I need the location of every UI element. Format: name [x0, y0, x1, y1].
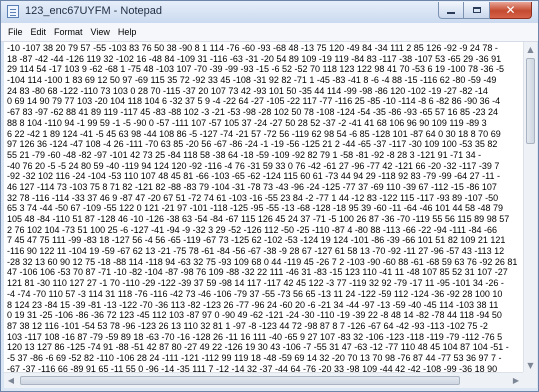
- text-line: 29 114 54 -17 103 9 -62 -68 1 -75 48 -10…: [7, 64, 505, 75]
- text-line: -116 90 122 11 -104 19 -59 -67 62 13 -21…: [7, 246, 505, 257]
- text-line: 65 3 74 -44 -50 67 -109 -55 122 0 121 -2…: [7, 203, 504, 214]
- text-editor-area[interactable]: -10 -107 38 20 79 57 -55 -103 83 76 50 3…: [4, 42, 523, 372]
- menu-bar: File Edit Format View Help: [1, 23, 538, 42]
- text-line: 32 78 -116 -114 -33 37 46 9 -87 47 -20 6…: [7, 192, 499, 203]
- title-bar[interactable]: 123_enc67UYFM - Notepad ✕: [1, 1, 538, 23]
- minimize-button[interactable]: [438, 2, 464, 19]
- size-grip[interactable]: [523, 372, 537, 388]
- notepad-app-icon[interactable]: [7, 5, 19, 18]
- text-line: -92 -32 102 116 -24 -104 -53 110 107 48 …: [7, 171, 501, 182]
- text-line: 47 -106 106 -53 70 87 -71 -10 -82 -104 -…: [7, 267, 508, 278]
- scroll-up-arrow-icon[interactable]: ▲: [524, 42, 537, 56]
- text-line: 121 81 -30 110 127 27 -1 70 -110 -29 -12…: [7, 278, 504, 289]
- text-line: 6 22 -42 1 89 124 -41 -5 45 63 98 -44 10…: [7, 128, 501, 139]
- close-button[interactable]: ✕: [490, 2, 532, 19]
- text-line: 105 48 -84 -110 51 87 -128 46 -10 -126 -…: [7, 214, 510, 224]
- text-line: 87 38 12 116 -101 -54 53 78 -96 -123 26 …: [7, 320, 488, 331]
- maximize-button[interactable]: [464, 2, 490, 19]
- minimize-icon: [447, 12, 455, 14]
- text-line: -5 37 -86 -6 69 -52 82 -110 -106 28 24 -…: [7, 352, 502, 363]
- text-line: 46 127 -114 73 -103 75 8 71 82 -121 82 -…: [7, 181, 497, 192]
- text-line: 2 76 102 104 -73 51 100 25 -6 -127 -41 -…: [7, 224, 497, 235]
- notepad-window: 123_enc67UYFM - Notepad ✕ File Edit Form…: [0, 0, 539, 392]
- text-line: 24 83 -80 68 -122 -110 73 103 0 28 70 -1…: [7, 85, 488, 96]
- text-line: 0 69 14 90 79 77 103 -20 104 118 104 6 -…: [7, 96, 501, 107]
- text-line: 103 -117 108 -16 87 -79 -59 89 18 -63 -7…: [7, 331, 503, 342]
- text-line: 7 45 47 75 111 -99 -83 18 -127 56 -4 56 …: [7, 235, 506, 246]
- vertical-scroll-thumb[interactable]: [526, 58, 535, 144]
- maximize-icon: [472, 7, 481, 13]
- text-line: -67 -37 -116 66 -89 91 65 -11 55 0 -96 -…: [7, 363, 498, 372]
- text-line: 97 126 36 -124 -47 108 -4 26 -111 -70 63…: [7, 139, 498, 150]
- menu-view[interactable]: View: [87, 27, 114, 37]
- menu-file[interactable]: File: [1, 27, 27, 37]
- caption-buttons: ✕: [438, 2, 532, 20]
- text-line: 55 21 -79 -60 -48 -82 -97 -101 42 73 25 …: [7, 149, 482, 160]
- scroll-down-arrow-icon[interactable]: ▼: [524, 358, 537, 372]
- text-line: 18 -87 -42 -44 -126 119 32 -102 16 -48 8…: [7, 53, 502, 64]
- document-text: -10 -107 38 20 79 57 -55 -103 83 76 50 3…: [7, 43, 521, 372]
- text-line: -67 83 -97 -62 88 41 89 119 -117 45 -83 …: [7, 107, 499, 118]
- vertical-scrollbar[interactable]: ▲ ▼: [523, 42, 537, 372]
- text-line: -40 76 20 -5 -5 24 80 59 -40 -119 94 124…: [7, 160, 500, 171]
- scroll-left-arrow-icon[interactable]: ◀: [4, 373, 18, 388]
- text-line: -4 -74 -70 110 57 -3 114 31 118 -76 -116…: [7, 288, 503, 299]
- text-line: 8 124 23 -84 15 -39 -81 -13 -122 -70 -36…: [7, 299, 499, 310]
- text-line: -28 32 13 60 90 12 75 -18 -88 114 -118 9…: [7, 256, 518, 267]
- text-line: -104 114 -100 1 83 69 12 50 97 -69 115 3…: [7, 75, 497, 86]
- text-line: 120 13 127 86 -125 -74 91 -88 -51 42 87 …: [7, 342, 509, 353]
- menu-format[interactable]: Format: [50, 27, 87, 37]
- scroll-right-arrow-icon[interactable]: ▶: [509, 373, 523, 388]
- horizontal-scrollbar[interactable]: ◀ ▶: [4, 372, 523, 388]
- menu-edit[interactable]: Edit: [27, 27, 51, 37]
- close-icon: ✕: [505, 3, 516, 17]
- text-line: 88 8 104 -110 94 -1 99 59 -1 -5 -90 0 -5…: [7, 117, 487, 128]
- text-line: -10 -107 38 20 79 57 -55 -103 83 76 50 3…: [7, 43, 498, 53]
- window-title: 123_enc67UYFM - Notepad: [25, 5, 162, 17]
- menu-help[interactable]: Help: [114, 27, 141, 37]
- text-line: 0 19 31 -25 -106 -86 -36 72 123 -45 112 …: [7, 310, 502, 321]
- horizontal-scroll-thumb[interactable]: [20, 376, 460, 385]
